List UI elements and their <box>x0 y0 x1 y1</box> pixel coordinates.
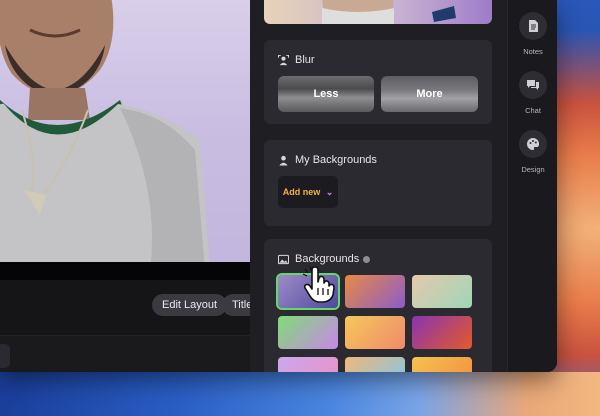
chat-label: Chat <box>525 106 541 115</box>
presenter-video <box>0 0 210 262</box>
blur-more-label: More <box>416 88 443 100</box>
background-tile[interactable] <box>345 357 405 372</box>
blur-more-option[interactable]: More <box>381 76 478 112</box>
my-backgrounds-title: My Backgrounds <box>295 154 377 166</box>
filmstrip-handle[interactable] <box>0 344 10 368</box>
filmstrip <box>0 335 250 372</box>
palette-icon <box>527 138 539 150</box>
backgrounds-panel: Blur Less More My Backgrounds Add new ⌄ <box>250 0 507 372</box>
my-backgrounds-card: My Backgrounds Add new ⌄ <box>264 140 492 226</box>
notes-icon <box>529 20 538 32</box>
edit-layout-button[interactable]: Edit Layout <box>152 294 228 316</box>
chevron-down-icon: ⌄ <box>325 187 334 197</box>
chat-icon <box>527 80 539 90</box>
blur-less-option[interactable]: Less <box>278 76 374 112</box>
add-new-label: Add new <box>282 187 321 197</box>
background-tile[interactable] <box>278 316 338 349</box>
chat-button[interactable] <box>519 71 547 99</box>
design-button[interactable] <box>519 130 547 158</box>
background-tile[interactable] <box>412 357 472 372</box>
notes-label: Notes <box>523 47 543 56</box>
user-icon <box>279 155 288 166</box>
add-new-dropdown[interactable]: Add new ⌄ <box>278 176 338 208</box>
hand-pointer-icon <box>302 266 335 303</box>
current-background-preview <box>264 0 492 24</box>
background-tile[interactable] <box>412 316 472 349</box>
background-tile[interactable] <box>412 275 472 308</box>
blur-person-icon <box>278 54 289 65</box>
camera-preview <box>0 0 250 262</box>
video-stage: Edit Layout Title <box>0 0 273 372</box>
backgrounds-title: Backgrounds <box>295 253 360 265</box>
video-letterbox <box>0 262 250 280</box>
app-window: Edit Layout Title Blur Less More My Back… <box>0 0 557 372</box>
background-tile[interactable] <box>278 357 338 372</box>
blur-card: Blur Less More <box>264 40 492 124</box>
design-label: Design <box>521 165 545 174</box>
right-rail: Notes Chat Design <box>507 0 557 372</box>
background-tile[interactable] <box>345 275 405 308</box>
blur-title: Blur <box>295 54 315 66</box>
backgrounds-card: Backgrounds <box>264 239 492 372</box>
background-tile[interactable] <box>345 316 405 349</box>
wallpaper-band <box>0 372 600 416</box>
info-icon <box>363 255 371 263</box>
blur-less-label: Less <box>313 88 339 100</box>
image-icon <box>278 254 289 264</box>
notes-button[interactable] <box>519 12 547 40</box>
